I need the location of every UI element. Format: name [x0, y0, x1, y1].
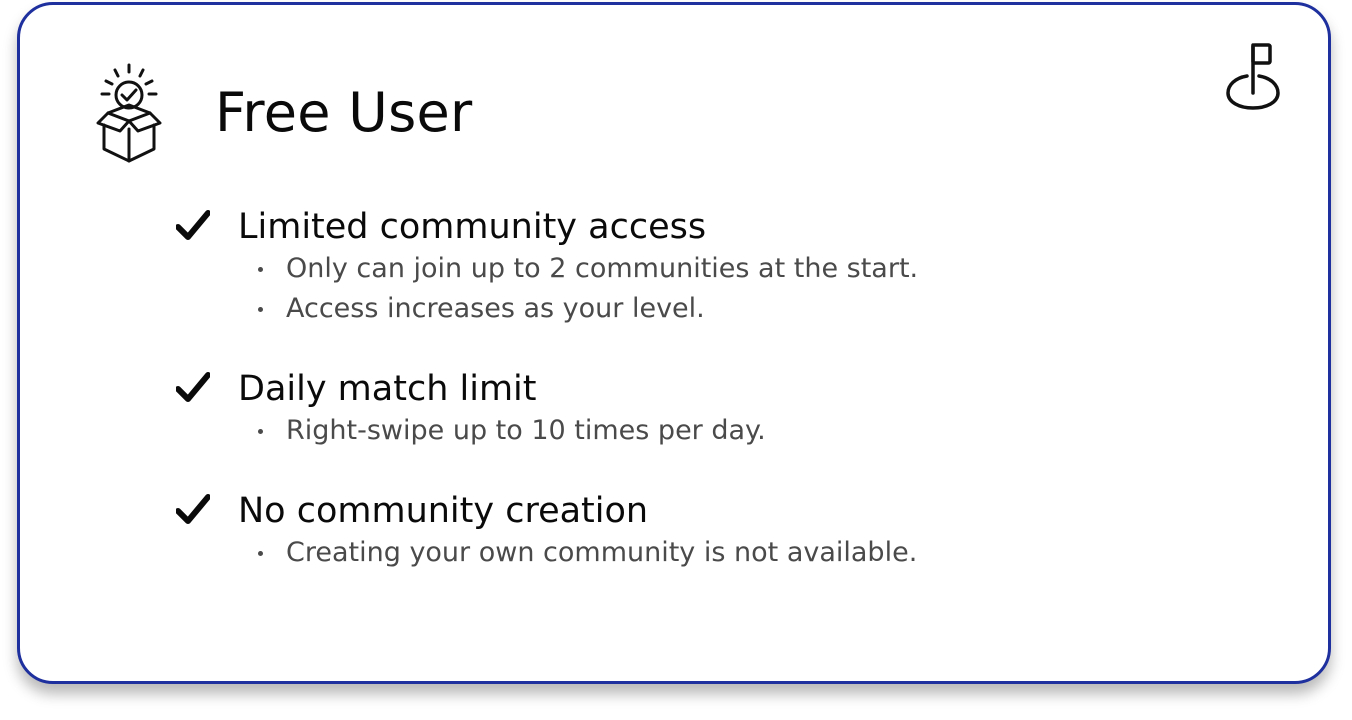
checkmark-icon	[176, 494, 210, 524]
bullet-text: Access increases as your level.	[286, 293, 705, 324]
feature-item: Limited community access Only can join u…	[172, 205, 1172, 329]
feature-bullet: Creating your own community is not avail…	[238, 533, 1172, 573]
feature-bullets: Creating your own community is not avail…	[238, 533, 1172, 573]
bullet-text: Only can join up to 2 communities at the…	[286, 253, 919, 284]
checkmark-icon	[176, 372, 210, 402]
plan-title: Free User	[215, 81, 473, 144]
feature-bullets: Right-swipe up to 10 times per day.	[238, 411, 1172, 451]
bullet-dot	[258, 429, 263, 434]
flag-logo-icon	[1226, 43, 1280, 110]
plan-card: Free User Limited community access Only …	[17, 2, 1331, 684]
feature-list: Limited community access Only can join u…	[172, 205, 1172, 573]
feature-bullet: Only can join up to 2 communities at the…	[238, 249, 1172, 289]
feature-bullets: Only can join up to 2 communities at the…	[238, 249, 1172, 329]
open-box-with-check-badge-icon	[96, 63, 162, 163]
feature-bullet: Access increases as your level.	[238, 289, 1172, 329]
bullet-dot	[258, 267, 263, 272]
bullet-dot	[258, 551, 263, 556]
bullet-text: Creating your own community is not avail…	[286, 537, 918, 568]
bullet-dot	[258, 307, 263, 312]
feature-title: Limited community access	[238, 207, 707, 247]
feature-bullet: Right-swipe up to 10 times per day.	[238, 411, 1172, 451]
feature-item: No community creation Creating your own …	[172, 489, 1172, 573]
feature-title: No community creation	[238, 491, 649, 531]
checkmark-icon	[176, 210, 210, 240]
feature-item: Daily match limit Right-swipe up to 10 t…	[172, 367, 1172, 451]
bullet-text: Right-swipe up to 10 times per day.	[286, 415, 766, 446]
feature-title: Daily match limit	[238, 369, 537, 409]
